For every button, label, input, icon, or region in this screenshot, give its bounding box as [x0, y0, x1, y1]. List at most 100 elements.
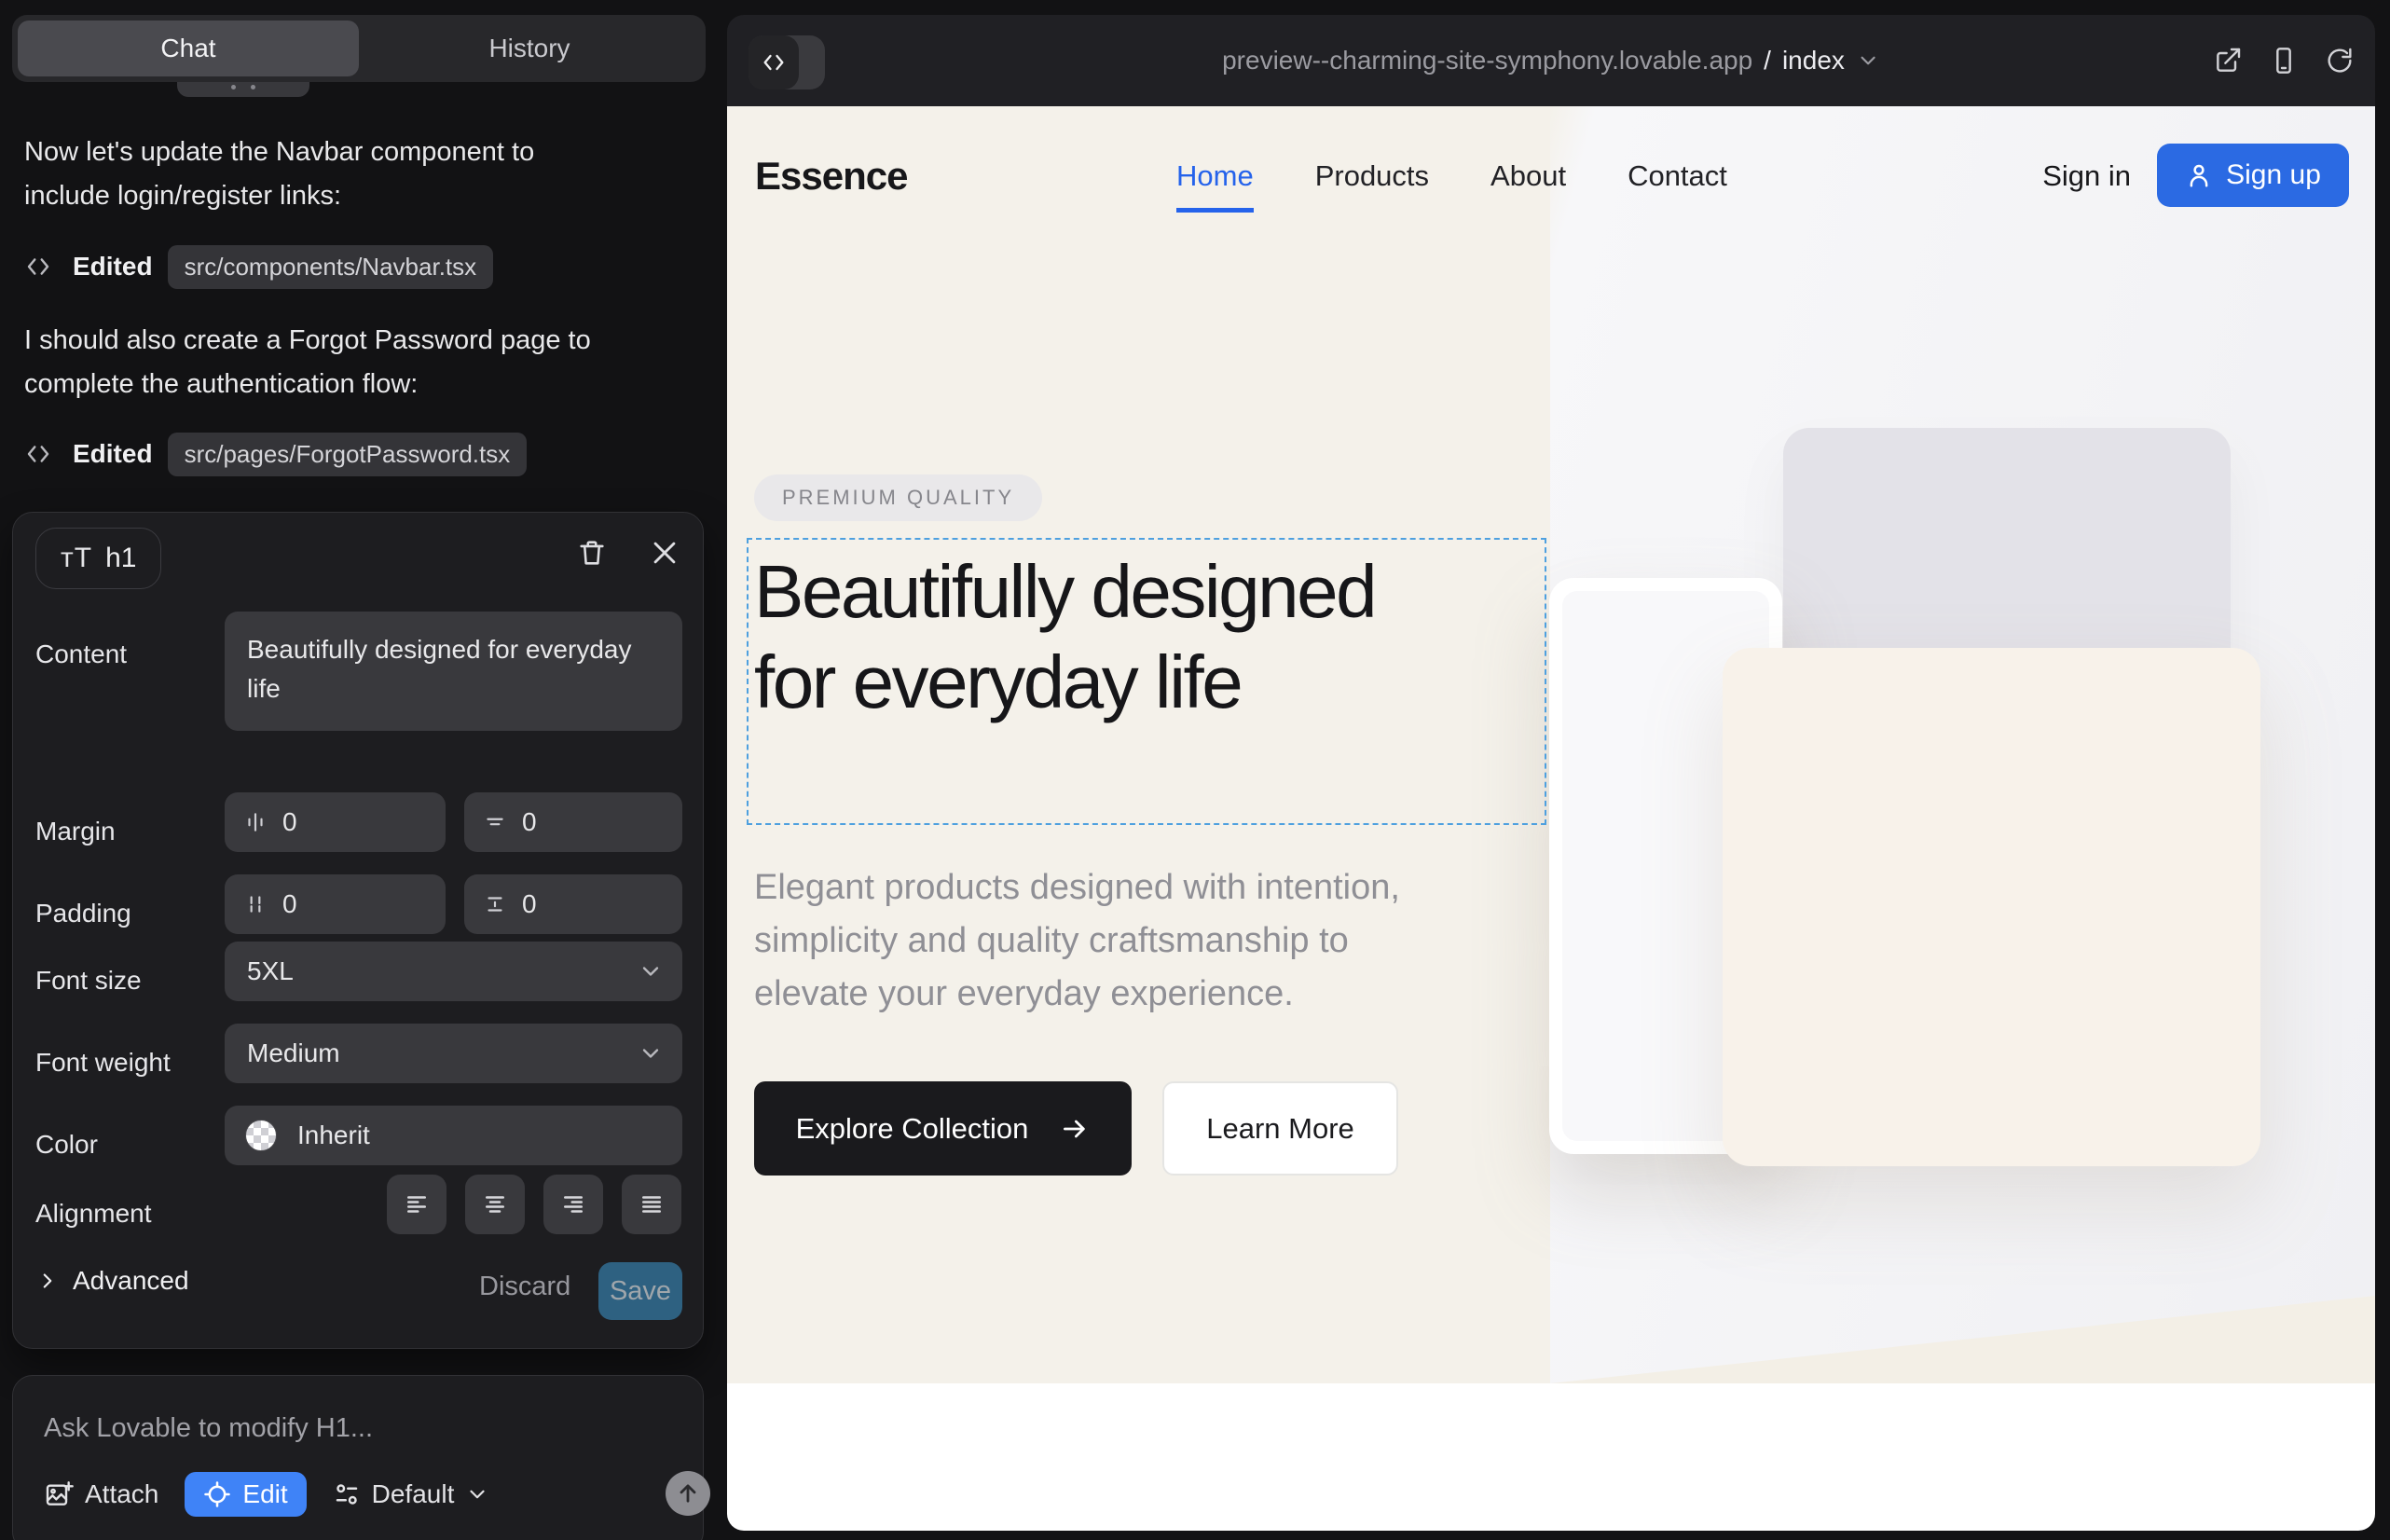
preview-url-dropdown[interactable]: preview--charming-site-symphony.lovable.…: [1222, 15, 1880, 106]
content-input[interactable]: Beautifully designed for everyday life: [225, 612, 682, 731]
user-icon: [2185, 161, 2213, 189]
selected-element-pill: ᴛT h1: [35, 528, 161, 589]
sign-up-button[interactable]: Sign up: [2157, 144, 2349, 207]
chat-composer[interactable]: Ask Lovable to modify H1... Attach Edit …: [12, 1375, 704, 1540]
url-separator: /: [1764, 46, 1771, 76]
align-center-icon: [481, 1190, 509, 1218]
align-right-icon: [559, 1190, 587, 1218]
content-label: Content: [35, 639, 127, 669]
align-right-button[interactable]: [543, 1175, 603, 1234]
code-icon: [24, 440, 52, 468]
decor-cream-card: [1723, 648, 2260, 1166]
nav-link-products[interactable]: Products: [1315, 159, 1429, 193]
delete-element-button[interactable]: [576, 537, 611, 572]
tab-chat[interactable]: Chat: [18, 21, 359, 76]
advanced-toggle[interactable]: Advanced: [35, 1266, 189, 1296]
code-icon: [24, 253, 52, 281]
margin-label: Margin: [35, 817, 116, 846]
font-weight-select[interactable]: Medium: [225, 1024, 682, 1083]
close-editor-button[interactable]: [649, 537, 684, 572]
chevron-down-icon: [465, 1482, 489, 1506]
arrow-up-icon: [675, 1480, 701, 1506]
font-weight-label: Font weight: [35, 1048, 171, 1078]
preview-window: preview--charming-site-symphony.lovable.…: [727, 15, 2375, 1531]
margin-x-input[interactable]: 0: [225, 792, 446, 852]
refresh-icon: [2325, 46, 2355, 76]
align-left-button[interactable]: [387, 1175, 446, 1234]
chevron-down-icon: [638, 1040, 664, 1066]
site-navbar: Essence Home Products About Contact Sign…: [727, 106, 2375, 246]
nav-link-contact[interactable]: Contact: [1628, 159, 1727, 193]
image-plus-icon: [44, 1479, 74, 1509]
edit-mode-button[interactable]: Edit: [185, 1472, 306, 1517]
nav-link-about[interactable]: About: [1490, 159, 1566, 193]
hero-section: Essence Home Products About Contact Sign…: [727, 106, 2375, 1383]
discard-button[interactable]: Discard: [479, 1272, 570, 1302]
site-canvas: Essence Home Products About Contact Sign…: [727, 106, 2375, 1531]
close-icon: [649, 537, 680, 569]
explore-collection-button[interactable]: Explore Collection: [754, 1081, 1132, 1176]
padding-vertical-icon: [483, 892, 507, 916]
chat-message: I should also create a Forgot Password p…: [24, 319, 602, 406]
chevron-down-icon: [638, 958, 664, 984]
edited-file-row: Edited src/pages/ForgotPassword.tsx: [24, 432, 527, 476]
element-editor-panel: ᴛT h1 Content Beautifully designed for e…: [12, 512, 704, 1349]
mobile-view-button[interactable]: [2269, 46, 2299, 76]
hero-heading[interactable]: Beautifully designed for everyday life: [754, 546, 1463, 727]
external-link-icon: [2213, 46, 2243, 76]
preview-topbar: preview--charming-site-symphony.lovable.…: [727, 15, 2375, 106]
open-in-new-tab-button[interactable]: [2213, 46, 2243, 76]
premium-quality-badge: PREMIUM QUALITY: [754, 474, 1042, 521]
edited-label: Edited: [73, 439, 153, 469]
chat-history-tabs: Chat History: [12, 15, 706, 82]
align-center-button[interactable]: [465, 1175, 525, 1234]
sign-in-link[interactable]: Sign in: [2042, 159, 2131, 193]
nav-link-home[interactable]: Home: [1176, 159, 1254, 213]
sliders-icon: [333, 1480, 361, 1508]
padding-y-input[interactable]: 0: [464, 874, 682, 934]
preview-url-domain: preview--charming-site-symphony.lovable.…: [1222, 46, 1752, 76]
save-button[interactable]: Save: [598, 1262, 682, 1320]
align-justify-button[interactable]: [622, 1175, 681, 1234]
site-nav-links: Home Products About Contact: [1176, 106, 1727, 246]
padding-x-input[interactable]: 0: [225, 874, 446, 934]
model-default-select[interactable]: Default: [333, 1479, 490, 1509]
margin-y-input[interactable]: 0: [464, 792, 682, 852]
arrow-right-icon: [1060, 1114, 1090, 1144]
code-view-toggle[interactable]: [749, 35, 825, 89]
padding-horizontal-icon: [243, 892, 268, 916]
code-icon: [749, 35, 799, 89]
color-label: Color: [35, 1130, 98, 1160]
chat-message: Now let's update the Navbar component to…: [24, 131, 602, 218]
color-select[interactable]: Inherit: [225, 1106, 682, 1165]
margin-horizontal-icon: [243, 810, 268, 834]
chevron-right-icon: [35, 1269, 60, 1293]
alignment-label: Alignment: [35, 1199, 152, 1229]
file-chip[interactable]: src/pages/ForgotPassword.tsx: [168, 433, 528, 476]
preview-url-path: index: [1782, 46, 1845, 76]
refresh-button[interactable]: [2325, 46, 2355, 76]
font-size-select[interactable]: 5XL: [225, 942, 682, 1001]
edited-file-row: Edited src/components/Navbar.tsx: [24, 244, 493, 289]
type-icon: ᴛT: [61, 543, 92, 574]
target-icon: [203, 1480, 231, 1508]
font-size-label: Font size: [35, 966, 142, 996]
tab-history[interactable]: History: [359, 21, 700, 76]
color-swatch: [245, 1120, 277, 1151]
align-left-icon: [403, 1190, 431, 1218]
scrolled-chip: [177, 82, 309, 97]
learn-more-button[interactable]: Learn More: [1162, 1081, 1398, 1176]
hero-paragraph: Elegant products designed with intention…: [754, 861, 1444, 1021]
align-justify-icon: [638, 1190, 666, 1218]
site-logo[interactable]: Essence: [755, 154, 907, 199]
selected-tag: h1: [105, 543, 136, 574]
margin-vertical-icon: [483, 810, 507, 834]
send-button[interactable]: [666, 1471, 710, 1516]
smartphone-icon: [2269, 46, 2299, 76]
padding-label: Padding: [35, 899, 131, 928]
edited-label: Edited: [73, 252, 153, 282]
trash-icon: [576, 537, 608, 569]
file-chip[interactable]: src/components/Navbar.tsx: [168, 245, 494, 289]
chevron-down-icon: [1856, 48, 1880, 73]
attach-button[interactable]: Attach: [44, 1479, 158, 1509]
